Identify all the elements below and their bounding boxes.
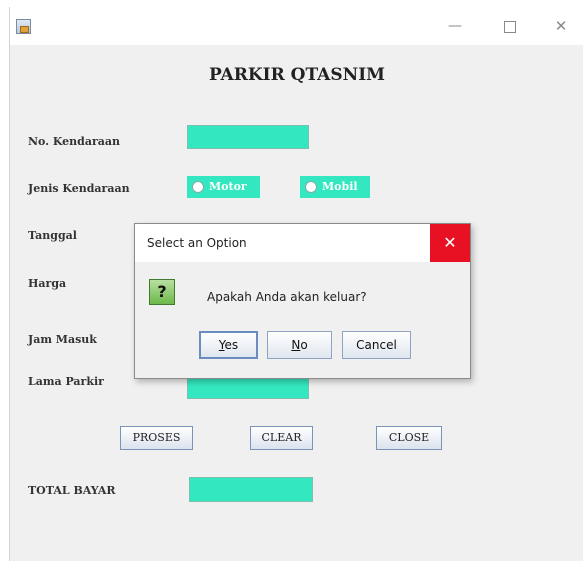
label-total-bayar: TOTAL BAYAR	[28, 484, 116, 497]
label-no-kendaraan: No. Kendaraan	[28, 135, 121, 148]
proses-button[interactable]: PROSES	[120, 426, 193, 450]
maximize-button[interactable]	[498, 17, 520, 35]
dialog-close-button[interactable]: ✕	[430, 224, 470, 262]
java-app-icon	[16, 19, 31, 34]
label-harga: Harga	[28, 277, 67, 290]
radio-motor[interactable]: Motor	[187, 176, 260, 198]
confirm-dialog: Select an Option ✕ ? Apakah Anda akan ke…	[134, 223, 471, 379]
yes-label-rest: es	[224, 338, 239, 352]
label-jenis-kendaraan: Jenis Kendaraan	[28, 182, 130, 195]
radio-circle-icon	[305, 181, 317, 193]
minimize-button[interactable]: —	[444, 17, 466, 35]
label-tanggal: Tanggal	[28, 229, 77, 242]
window-close-button[interactable]: ✕	[550, 17, 572, 35]
dialog-title: Select an Option	[147, 236, 247, 250]
label-jam-masuk: Jam Masuk	[28, 333, 97, 346]
no-button[interactable]: No	[267, 331, 332, 359]
clear-button[interactable]: CLEAR	[250, 426, 313, 450]
radio-mobil-label: Mobil	[322, 180, 358, 193]
question-icon: ?	[149, 279, 175, 305]
yes-button[interactable]: Yes	[199, 331, 258, 359]
radio-motor-label: Motor	[209, 180, 247, 193]
cancel-button[interactable]: Cancel	[342, 331, 411, 359]
no-kendaraan-field[interactable]	[187, 125, 309, 149]
no-label-rest: o	[300, 338, 308, 352]
radio-circle-icon	[192, 181, 204, 193]
total-bayar-field[interactable]	[189, 477, 313, 502]
label-lama-parkir: Lama Parkir	[28, 375, 104, 388]
dialog-titlebar: Select an Option ✕	[135, 224, 470, 262]
close-button[interactable]: CLOSE	[376, 426, 442, 450]
radio-mobil[interactable]: Mobil	[300, 176, 370, 198]
dialog-message: Apakah Anda akan keluar?	[207, 290, 367, 304]
form-title: PARKIR QTASNIM	[209, 65, 385, 85]
no-mnemonic: N	[291, 338, 301, 352]
window-titlebar: — ✕	[10, 7, 583, 45]
